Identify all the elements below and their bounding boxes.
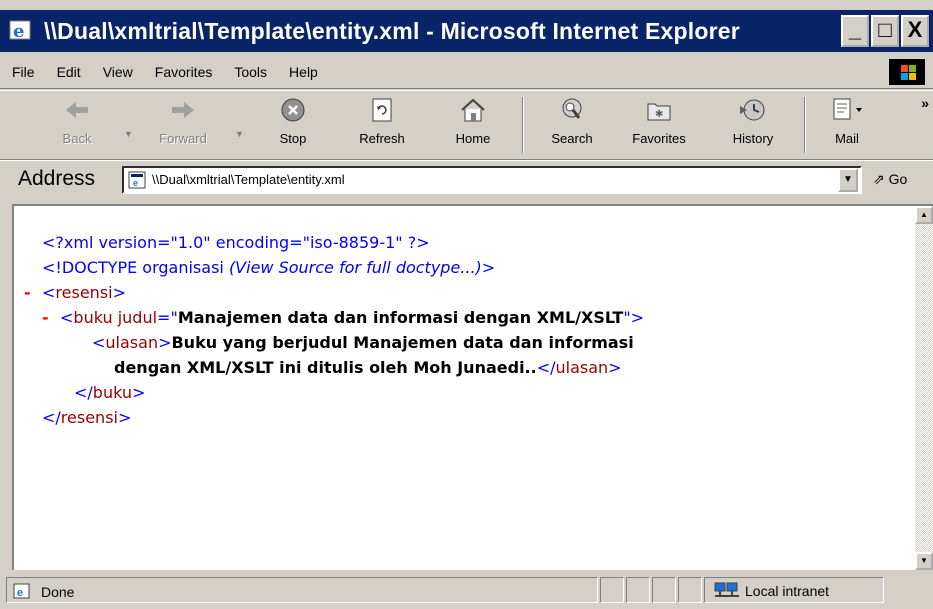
stop-button[interactable]: Stop [268,95,318,155]
go-button[interactable]: ⇗ Go [873,171,907,188]
mail-icon [822,95,872,125]
forward-dropdown-icon[interactable]: ▼ [235,129,244,139]
home-icon [448,95,498,125]
vertical-scrollbar[interactable]: ▲ ▼ [915,206,933,570]
xml-document-view[interactable]: <?xml version="1.0" encoding="iso-8859-1… [12,204,933,570]
status-panel: e Done [6,577,598,603]
favorites-folder-icon: ✱ [624,95,694,125]
window-title: \\Dual\xmltrial\Template\entity.xml - Mi… [44,17,740,44]
xml-declaration: <?xml version="1.0" encoding="iso-8859-1… [42,233,430,252]
menu-file[interactable]: File [12,64,35,80]
status-text: Done [41,584,75,600]
svg-text:✱: ✱ [655,109,663,120]
forward-button[interactable]: Forward [148,95,218,155]
ulasan-line-1: <ulasan>Buku yang berjudul Manajemen dat… [92,333,634,352]
ulasan-text-2: dengan XML/XSLT ini ditulis oleh Moh Jun… [114,358,537,377]
svg-text:e: e [13,21,24,42]
standard-toolbar: Back ▼ Forward ▼ Stop Refresh Home Searc… [0,90,933,160]
local-intranet-icon [713,581,741,606]
judul-attribute-value: Manajemen data dan informasi dengan XML/… [177,308,624,327]
resensi-open-tag: <resensi> [42,283,126,302]
back-arrow-icon [52,95,102,125]
ulasan-text-1: Buku yang berjudul Manajemen data dan in… [171,333,634,352]
windows-logo-icon [889,59,925,85]
status-panel-empty [626,577,650,603]
toolbar-separator [522,97,524,153]
back-button[interactable]: Back [52,95,102,155]
address-dropdown-icon[interactable]: ▼ [838,168,858,192]
menu-help[interactable]: Help [289,64,318,80]
ie-logo-icon: e [8,17,36,45]
status-panel-empty [652,577,676,603]
xml-page-icon: e [128,171,146,189]
resensi-close-tag: </resensi> [42,408,132,427]
svg-text:e: e [133,178,138,188]
maximize-button[interactable]: □ [871,15,899,47]
toolbar-overflow-chevron-icon[interactable]: » [921,95,929,111]
search-icon [542,95,602,125]
status-bar: e Done Local intranet [0,573,933,609]
stop-icon [268,95,318,125]
go-arrow-icon: ⇗ [873,171,885,187]
favorites-button[interactable]: ✱ Favorites [624,95,694,155]
close-button[interactable]: X [901,15,929,47]
address-label: Address [18,167,96,190]
buku-close-tag: </buku> [74,383,146,402]
ie-window: e \\Dual\xmltrial\Template\entity.xml - … [0,0,933,609]
buku-open-tag: <buku judul="Manajemen data dan informas… [60,308,645,327]
back-dropdown-icon[interactable]: ▼ [124,129,133,139]
status-panel-empty [678,577,702,603]
menu-edit[interactable]: Edit [57,64,81,80]
zone-text: Local intranet [745,583,830,599]
doctype-line: <!DOCTYPE organisasi (View Source for fu… [42,258,496,277]
refresh-button[interactable]: Refresh [350,95,414,155]
menu-view[interactable]: View [103,64,133,80]
collapse-resensi-toggle[interactable]: - [24,280,31,305]
collapse-buku-toggle[interactable]: - [42,305,49,330]
zone-panel: Local intranet [704,577,884,603]
mail-button[interactable]: Mail [822,95,872,155]
history-icon [720,95,786,125]
svg-text:e: e [17,587,23,599]
search-button[interactable]: Search [542,95,602,155]
toolbar-separator [804,97,806,153]
menu-bar: File Edit View Favorites Tools Help [0,56,933,89]
view-source-note: (View Source for full doctype...) [228,258,482,277]
menu-favorites[interactable]: Favorites [155,64,213,80]
scroll-up-icon[interactable]: ▲ [915,206,933,224]
ulasan-line-2: dengan XML/XSLT ini ditulis oleh Moh Jun… [114,358,622,377]
history-button[interactable]: History [720,95,786,155]
status-panel-empty [600,577,624,603]
menu-tools[interactable]: Tools [234,64,267,80]
page-done-icon: e [13,583,31,604]
address-value: \\Dual\xmltrial\Template\entity.xml [152,172,345,187]
scroll-down-icon[interactable]: ▼ [915,552,933,570]
forward-arrow-icon [148,95,218,125]
address-bar: Address e \\Dual\xmltrial\Template\entit… [0,160,933,199]
minimize-button[interactable]: _ [841,15,869,47]
address-input[interactable]: e \\Dual\xmltrial\Template\entity.xml [122,166,862,194]
home-button[interactable]: Home [448,95,498,155]
title-bar[interactable]: e \\Dual\xmltrial\Template\entity.xml - … [0,10,933,52]
refresh-icon [350,95,414,125]
